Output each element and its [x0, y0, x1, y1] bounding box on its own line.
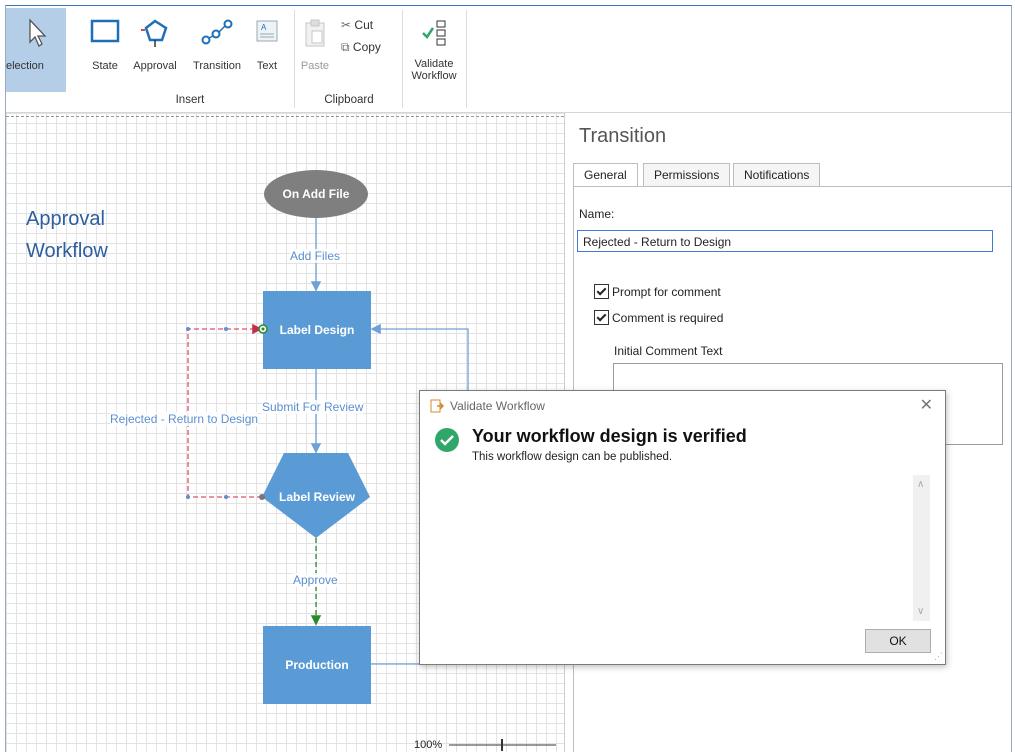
cut-label: Cut [354, 18, 374, 32]
validate-label-line1: Validate [414, 58, 454, 70]
prompt-comment-label: Prompt for comment [612, 285, 721, 299]
success-check-icon [435, 428, 459, 452]
scroll-down-icon[interactable]: ∨ [917, 606, 924, 617]
validation-results-list[interactable]: ∧ ∨ [472, 475, 930, 621]
dialog-title: Validate Workflow [450, 399, 545, 413]
label-design-node-label: Label Design [279, 323, 355, 337]
ok-button[interactable]: OK [865, 629, 931, 653]
validate-dialog-icon [430, 399, 445, 413]
svg-text:A: A [261, 23, 267, 32]
ribbon-separator [466, 10, 467, 108]
submit-for-review-label[interactable]: Submit For Review [262, 400, 364, 414]
ribbon: election State Approval Transition A Tex… [6, 6, 1011, 113]
selection-label: election [6, 60, 44, 72]
add-files-label[interactable]: Add Files [290, 249, 341, 263]
zoom-level: 100% [414, 739, 443, 751]
rejected-label[interactable]: Rejected - Return to Design [110, 412, 259, 426]
approval-label: Approval [133, 60, 177, 72]
text-box-icon: A [256, 20, 278, 42]
paste-button[interactable]: Paste [298, 8, 332, 92]
validate-icon [422, 20, 446, 46]
ribbon-separator [294, 10, 295, 108]
transition-tool-button[interactable]: Transition [186, 8, 248, 92]
comment-required-label: Comment is required [612, 311, 724, 325]
paste-label: Paste [300, 60, 330, 72]
transition-label: Transition [193, 60, 241, 72]
copy-button[interactable]: ⧉ Copy [341, 40, 381, 55]
clipboard-group-label: Clipboard [324, 94, 374, 106]
close-icon[interactable]: ✕ [920, 395, 933, 415]
selection-tool-button[interactable]: election [6, 8, 66, 92]
scroll-up-icon[interactable]: ∧ [917, 479, 924, 490]
name-field-label: Name: [579, 207, 615, 221]
insert-group-label: Insert [175, 94, 205, 106]
approval-tool-button[interactable]: Approval [126, 8, 184, 92]
validate-label: Validate Workflow [404, 58, 464, 82]
cut-button[interactable]: ✂ Cut [341, 18, 373, 32]
validate-workflow-button[interactable]: Validate Workflow [404, 8, 464, 92]
comment-required-checkbox[interactable] [594, 310, 609, 325]
approval-pentagon-icon [141, 19, 168, 47]
cursor-icon [29, 18, 47, 47]
text-tool-button[interactable]: A Text [250, 8, 284, 92]
resize-grip-icon[interactable]: ⋰ [934, 651, 943, 662]
initial-comment-label: Initial Comment Text [614, 344, 723, 358]
transition-name-input[interactable]: Rejected - Return to Design [577, 230, 993, 252]
transition-icon [201, 19, 233, 45]
state-tool-button[interactable]: State [86, 8, 124, 92]
state-label: State [92, 60, 118, 72]
start-node-label: On Add File [282, 187, 350, 201]
app-window: election State Approval Transition A Tex… [5, 5, 1012, 752]
ribbon-separator [402, 10, 403, 108]
copy-icon: ⧉ [341, 40, 350, 54]
prompt-comment-checkbox[interactable] [594, 284, 609, 299]
scissors-icon: ✂ [341, 18, 352, 32]
tab-general[interactable]: General [573, 163, 638, 187]
paste-icon [305, 19, 325, 47]
panel-title: Transition [579, 125, 667, 147]
production-node-label: Production [285, 658, 349, 672]
validate-label-line2: Workflow [411, 70, 457, 82]
validate-workflow-dialog: Validate Workflow ✕ Your workflow design… [419, 390, 946, 665]
state-icon [90, 19, 120, 43]
label-review-node-label: Label Review [278, 490, 356, 504]
tab-permissions[interactable]: Permissions [643, 163, 731, 186]
results-scrollbar[interactable]: ∧ ∨ [913, 475, 930, 621]
approve-label[interactable]: Approve [293, 573, 338, 587]
dialog-heading: Your workflow design is verified [472, 426, 747, 446]
text-label: Text [256, 60, 278, 72]
tab-notifications[interactable]: Notifications [733, 163, 821, 186]
dialog-subtext: This workflow design can be published. [472, 451, 673, 463]
copy-label: Copy [352, 40, 381, 54]
